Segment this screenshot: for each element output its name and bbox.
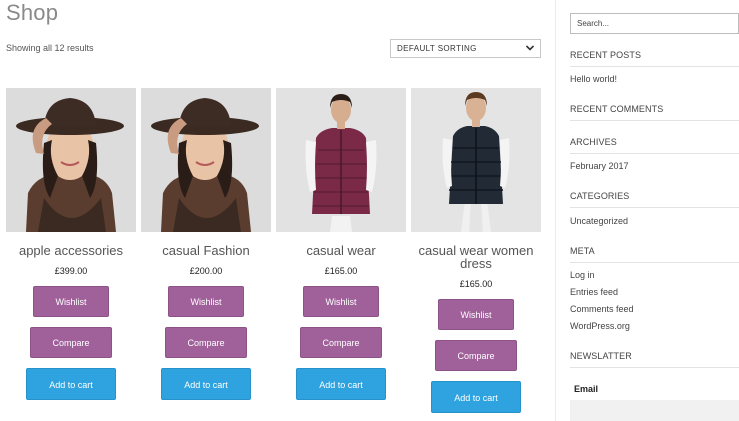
widget-divider bbox=[570, 207, 739, 208]
archive-link[interactable]: February 2017 bbox=[570, 161, 629, 171]
wishlist-button[interactable]: Wishlist bbox=[438, 299, 514, 330]
wishlist-button[interactable]: Wishlist bbox=[33, 286, 109, 317]
meta-link-wordpress-org[interactable]: WordPress.org bbox=[570, 321, 630, 331]
compare-button[interactable]: Compare bbox=[300, 327, 382, 358]
sorting-selected-label: DEFAULT SORTING bbox=[397, 44, 477, 53]
widget-title-categories: CATEGORIES bbox=[570, 191, 630, 201]
product-image[interactable] bbox=[276, 88, 406, 232]
product-price: £200.00 bbox=[189, 266, 223, 276]
product-image[interactable] bbox=[6, 88, 136, 232]
product-card: casual wear £165.00 Wishlist Compare Add… bbox=[276, 88, 406, 400]
chevron-down-icon bbox=[525, 45, 535, 51]
widget-title-meta: META bbox=[570, 246, 595, 256]
result-count: Showing all 12 results bbox=[6, 43, 94, 53]
email-field[interactable] bbox=[570, 400, 739, 421]
wishlist-button[interactable]: Wishlist bbox=[168, 286, 244, 317]
product-card: casual wear women dress £165.00 Wishlist… bbox=[411, 88, 541, 413]
product-price: £165.00 bbox=[324, 266, 358, 276]
product-card: casual Fashion £200.00 Wishlist Compare … bbox=[141, 88, 271, 400]
add-to-cart-button[interactable]: Add to cart bbox=[26, 368, 116, 400]
search-input[interactable]: Search... bbox=[570, 13, 739, 34]
product-name[interactable]: casual Fashion bbox=[141, 244, 271, 257]
widget-divider bbox=[570, 153, 739, 154]
product-name[interactable]: apple accessories bbox=[6, 244, 136, 257]
product-image[interactable] bbox=[141, 88, 271, 232]
product-price: £399.00 bbox=[54, 266, 88, 276]
meta-link-comments-feed[interactable]: Comments feed bbox=[570, 304, 634, 314]
widget-divider bbox=[570, 367, 739, 368]
widget-divider bbox=[570, 120, 739, 121]
product-card: apple accessories £399.00 Wishlist Compa… bbox=[6, 88, 136, 400]
compare-button[interactable]: Compare bbox=[30, 327, 112, 358]
widget-title-recent-comments: RECENT COMMENTS bbox=[570, 104, 664, 114]
compare-button[interactable]: Compare bbox=[435, 340, 517, 371]
sidebar-divider bbox=[555, 0, 556, 421]
product-price: £165.00 bbox=[459, 279, 493, 289]
product-name[interactable]: casual wear bbox=[276, 244, 406, 257]
widget-divider bbox=[570, 262, 739, 263]
email-label: Email bbox=[574, 384, 599, 394]
widget-title-archives: ARCHIVES bbox=[570, 137, 617, 147]
meta-link-entries-feed[interactable]: Entries feed bbox=[570, 287, 618, 297]
widget-title-newsletter: NEWSLATTER bbox=[570, 351, 632, 361]
product-image[interactable] bbox=[411, 88, 541, 232]
recent-post-link[interactable]: Hello world! bbox=[570, 74, 617, 84]
wishlist-button[interactable]: Wishlist bbox=[303, 286, 379, 317]
category-link[interactable]: Uncategorized bbox=[570, 216, 628, 226]
widget-divider bbox=[570, 66, 739, 67]
page-title: Shop bbox=[6, 0, 59, 25]
meta-link-log-in[interactable]: Log in bbox=[570, 270, 595, 280]
sorting-select[interactable]: DEFAULT SORTING bbox=[390, 39, 541, 58]
widget-title-recent-posts: RECENT POSTS bbox=[570, 50, 642, 60]
add-to-cart-button[interactable]: Add to cart bbox=[431, 381, 521, 413]
add-to-cart-button[interactable]: Add to cart bbox=[161, 368, 251, 400]
compare-button[interactable]: Compare bbox=[165, 327, 247, 358]
add-to-cart-button[interactable]: Add to cart bbox=[296, 368, 386, 400]
product-name[interactable]: casual wear women dress bbox=[411, 244, 541, 270]
